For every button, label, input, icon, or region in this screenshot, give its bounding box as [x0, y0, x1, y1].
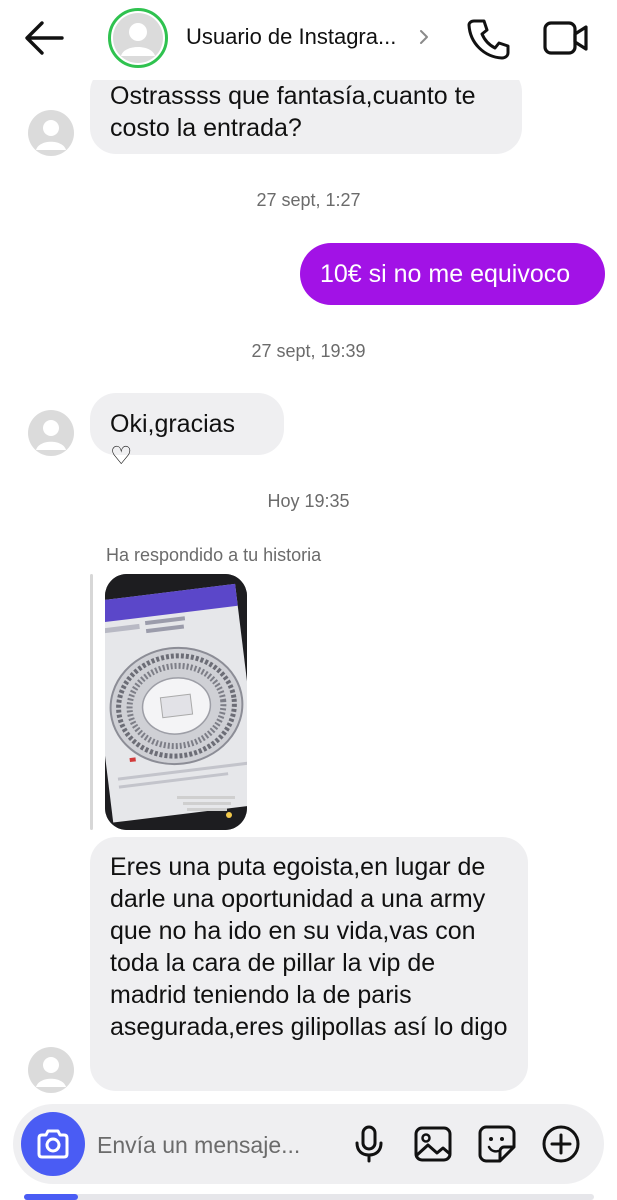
- message-text: Eres una puta egoista,en lugar de darle …: [110, 853, 508, 1041]
- message-text: Ostrassss que fantasía,cuanto te costo l…: [110, 82, 476, 142]
- gallery-icon[interactable]: [413, 1124, 453, 1164]
- default-avatar-icon[interactable]: [28, 410, 74, 456]
- camera-icon: [37, 1129, 69, 1159]
- message-text: 10€ si no me equivoco: [320, 260, 571, 288]
- timestamp: 27 sept, 19:39: [251, 341, 366, 361]
- incoming-message[interactable]: Oki,gracias ♡: [90, 393, 284, 470]
- bottom-strip: [24, 1194, 594, 1200]
- outgoing-message[interactable]: 10€ si no me equivoco: [300, 243, 605, 305]
- story-reply-label: Ha respondido a tu historia: [106, 545, 322, 565]
- default-avatar-icon: [113, 13, 163, 63]
- username[interactable]: Usuario de Instagra...: [186, 24, 396, 50]
- bottom-strip-accent: [24, 1194, 78, 1200]
- arrow-left-icon[interactable]: [22, 18, 66, 58]
- message-composer: [13, 1104, 604, 1184]
- message-text: Oki,gracias ♡: [110, 410, 236, 470]
- timestamp: 27 sept, 1:27: [256, 190, 361, 210]
- video-camera-icon[interactable]: [542, 16, 590, 60]
- microphone-icon[interactable]: [349, 1124, 389, 1164]
- reply-indicator-bar: [90, 574, 93, 830]
- plus-icon[interactable]: [541, 1124, 581, 1164]
- profile-avatar[interactable]: [108, 8, 168, 68]
- stadium-seating-map-image: [105, 574, 247, 830]
- incoming-message[interactable]: Eres una puta egoista,en lugar de darle …: [90, 837, 528, 1091]
- sticker-icon[interactable]: [477, 1124, 517, 1164]
- default-avatar-icon[interactable]: [28, 110, 74, 156]
- phone-icon[interactable]: [466, 16, 510, 60]
- message-input[interactable]: [95, 1126, 339, 1164]
- default-avatar-icon[interactable]: [28, 1047, 74, 1093]
- chevron-right-icon[interactable]: [416, 27, 432, 47]
- chat-header: Usuario de Instagra...: [0, 0, 617, 80]
- story-thumbnail[interactable]: [105, 574, 247, 830]
- timestamp: Hoy 19:35: [267, 491, 350, 511]
- camera-button[interactable]: [21, 1112, 85, 1176]
